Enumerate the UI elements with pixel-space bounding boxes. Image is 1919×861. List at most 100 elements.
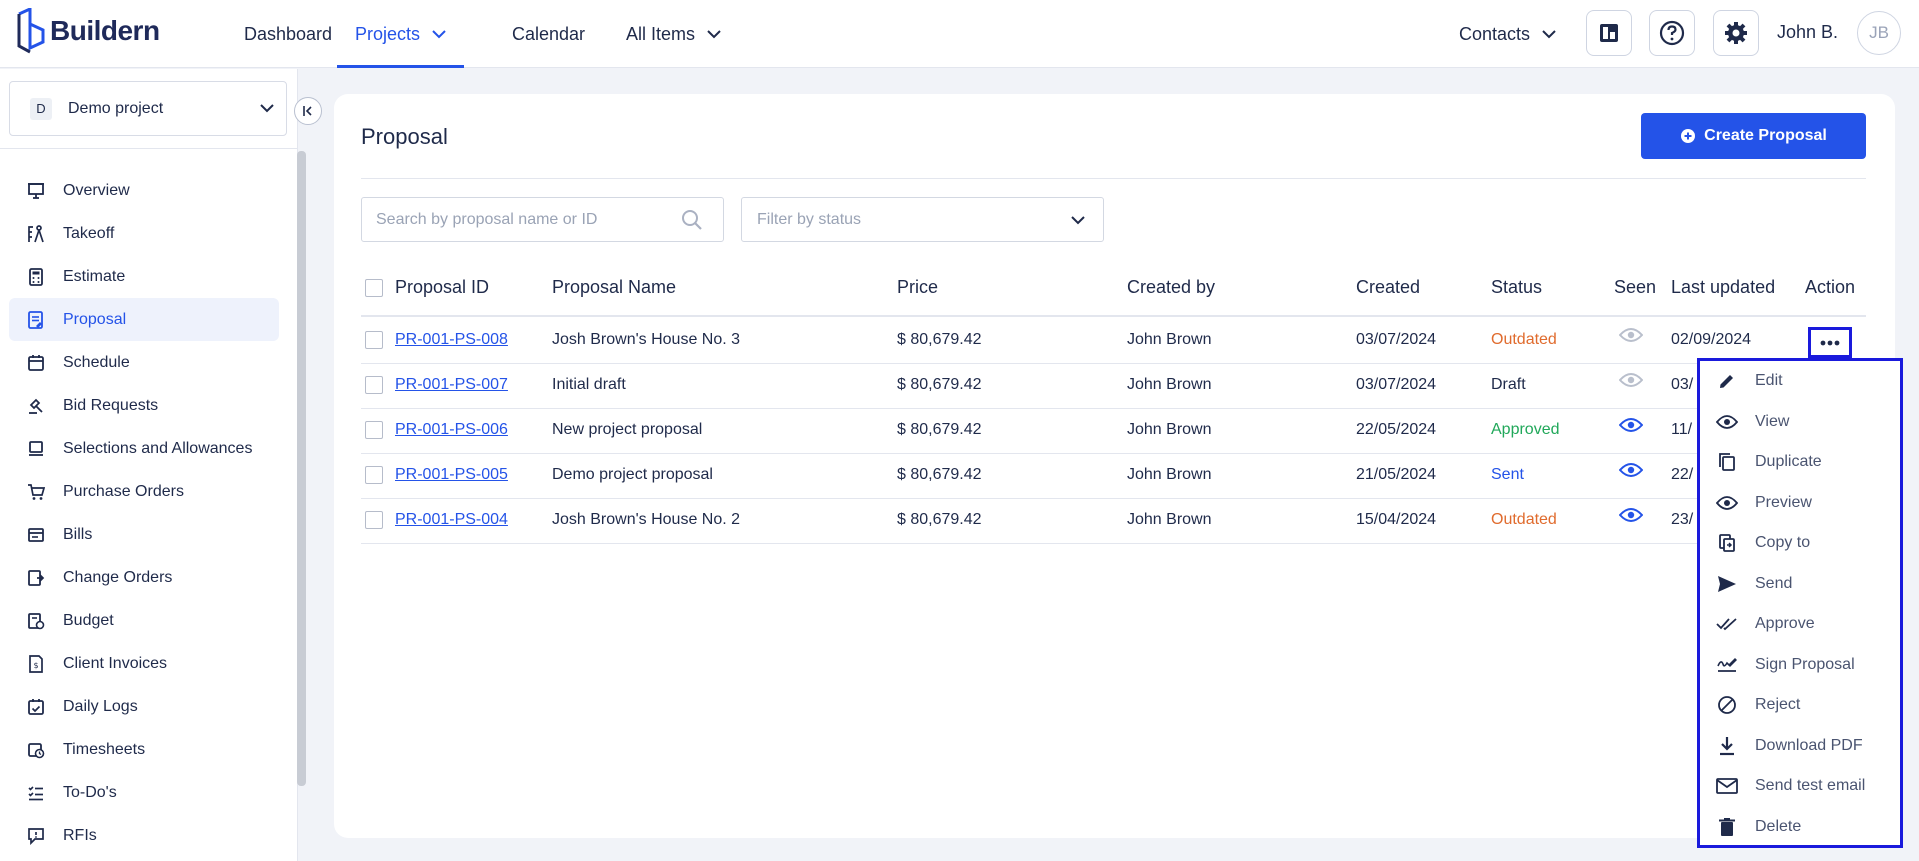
menu-item-view[interactable]: View (1700, 402, 1900, 442)
calculator-icon (25, 266, 47, 288)
nav-dashboard[interactable]: Dashboard (244, 0, 332, 68)
menu-item-send-test-email[interactable]: Send test email (1700, 766, 1900, 806)
menu-item-preview[interactable]: Preview (1700, 483, 1900, 523)
row-checkbox[interactable] (365, 511, 383, 529)
sidebar-item-label: Schedule (63, 353, 130, 371)
menu-item-edit[interactable]: Edit (1700, 361, 1900, 401)
nav-all-items[interactable]: All Items (626, 0, 721, 68)
table-cell-proposal-id[interactable]: PR-001-PS-006 (395, 421, 508, 439)
send-icon (1715, 572, 1739, 596)
sidebar-item-daily-logs[interactable]: Daily Logs (9, 685, 279, 728)
menu-item-delete[interactable]: Delete (1700, 807, 1900, 847)
table-cell-proposal-id[interactable]: PR-001-PS-007 (395, 376, 508, 394)
column-header-last-updated[interactable]: Last updated (1671, 277, 1775, 298)
brand-logo[interactable]: Buildern (16, 6, 160, 56)
select-all-checkbox[interactable] (365, 279, 383, 297)
table-cell-created: 21/05/2024 (1356, 466, 1437, 483)
sidebar-item-takeoff[interactable]: Takeoff (9, 212, 279, 255)
sidebar-item-label: Overview (63, 181, 130, 199)
sidebar-item-label: Bid Requests (63, 396, 159, 414)
row-checkbox[interactable] (365, 331, 383, 349)
help-button[interactable] (1649, 10, 1695, 56)
column-header-status[interactable]: Status (1491, 277, 1542, 298)
sidebar-item-label: Selections and Allowances (63, 439, 253, 457)
daily-logs-icon (25, 696, 47, 718)
table-cell-proposal-id[interactable]: PR-001-PS-008 (395, 331, 508, 349)
row-checkbox[interactable] (365, 466, 383, 484)
menu-item-sign-proposal[interactable]: Sign Proposal (1700, 645, 1900, 685)
create-proposal-button[interactable]: Create Proposal (1641, 113, 1866, 159)
table-cell-created-by: John Brown (1127, 376, 1212, 393)
column-header-proposal-name[interactable]: Proposal Name (552, 277, 676, 298)
search-input[interactable] (376, 210, 666, 229)
table-cell-proposal-id[interactable]: PR-001-PS-005 (395, 466, 508, 484)
sidebar-item-selections-and-allowances[interactable]: Selections and Allowances (9, 427, 279, 470)
duplicate-icon (1715, 450, 1739, 474)
sidebar-item-schedule[interactable]: Schedule (9, 341, 279, 384)
menu-item-reject[interactable]: Reject (1700, 685, 1900, 725)
table-cell-proposal-id[interactable]: PR-001-PS-004 (395, 511, 508, 529)
download-icon (1715, 734, 1739, 758)
nav-contacts[interactable]: Contacts (1459, 0, 1556, 68)
user-name[interactable]: John B. (1777, 22, 1838, 43)
sidebar-item-proposal[interactable]: Proposal (9, 298, 279, 341)
sidebar-item-purchase-orders[interactable]: Purchase Orders (9, 470, 279, 513)
column-header-action: Action (1805, 277, 1856, 297)
column-header-seen[interactable]: Seen (1614, 277, 1656, 298)
proposal-id-link[interactable]: PR-001-PS-005 (395, 466, 508, 483)
sidebar-item-bills[interactable]: Bills (9, 513, 279, 556)
proposal-id-link[interactable]: PR-001-PS-007 (395, 376, 508, 393)
nav-projects[interactable]: Projects (337, 0, 465, 68)
column-header-created[interactable]: Created (1356, 277, 1420, 298)
table-cell-created-by: John Brown (1127, 466, 1212, 483)
sidebar-item-overview[interactable]: Overview (9, 169, 279, 212)
column-header-proposal-id[interactable]: Proposal ID (395, 277, 489, 298)
menu-item-duplicate[interactable]: Duplicate (1700, 442, 1900, 482)
chevron-down-icon (1542, 29, 1556, 39)
change-orders-icon (25, 567, 47, 589)
seen-eye-icon (1618, 462, 1644, 483)
column-header-created-by[interactable]: Created by (1127, 277, 1215, 298)
menu-item-approve[interactable]: Approve (1700, 604, 1900, 644)
status-badge: Draft (1491, 376, 1526, 393)
chevron-down-icon (707, 29, 721, 39)
proposal-id-link[interactable]: PR-001-PS-008 (395, 331, 508, 348)
table-cell-created: 22/05/2024 (1356, 421, 1437, 438)
sidebar-item-bid-requests[interactable]: Bid Requests (9, 384, 279, 427)
avatar[interactable]: JB (1857, 11, 1901, 55)
collapse-sidebar-button[interactable] (294, 97, 322, 125)
menu-item-download-pdf[interactable]: Download PDF (1700, 726, 1900, 766)
sidebar-divider (0, 148, 298, 149)
settings-button[interactable] (1713, 10, 1759, 56)
row-actions-button[interactable] (1808, 327, 1852, 358)
sidebar-item-change-orders[interactable]: Change Orders (9, 556, 279, 599)
sidebar-menu: Overview Takeoff Estimate Proposal Schedule B… (9, 169, 279, 857)
project-selector[interactable]: D Demo project (9, 81, 287, 136)
nav-calendar[interactable]: Calendar (512, 0, 585, 68)
menu-item-copy-to[interactable]: Copy to (1700, 523, 1900, 563)
row-checkbox[interactable] (365, 376, 383, 394)
header-divider (361, 178, 1866, 179)
proposal-id-link[interactable]: PR-001-PS-004 (395, 511, 508, 528)
status-filter-dropdown[interactable]: Filter by status (741, 197, 1104, 242)
page-title: Proposal (361, 124, 448, 149)
sidebar-item-estimate[interactable]: Estimate (9, 255, 279, 298)
layout-icon (1600, 24, 1618, 42)
row-checkbox[interactable] (365, 421, 383, 439)
layout-button[interactable] (1586, 10, 1632, 56)
sidebar-item-label: Client Invoices (63, 654, 168, 672)
sidebar-item-to-do-s[interactable]: To-Do's (9, 771, 279, 814)
sidebar-item-label: Change Orders (63, 568, 173, 586)
menu-item-send[interactable]: Send (1700, 564, 1900, 604)
sidebar-item-budget[interactable]: Budget (9, 599, 279, 642)
sidebar-item-client-invoices[interactable]: $ Client Invoices (9, 642, 279, 685)
status-badge: Sent (1491, 466, 1524, 483)
sidebar-item-rfis[interactable]: RFIs (9, 814, 279, 857)
column-header-price[interactable]: Price (897, 277, 938, 298)
status-badge: Approved (1491, 421, 1560, 438)
nav-all-items-label: All Items (626, 23, 696, 44)
proposal-id-link[interactable]: PR-001-PS-006 (395, 421, 508, 438)
table-cell-proposal-name: Josh Brown's House No. 3 (552, 331, 741, 348)
sidebar-item-timesheets[interactable]: Timesheets (9, 728, 279, 771)
sidebar-scrollbar[interactable] (297, 151, 306, 786)
